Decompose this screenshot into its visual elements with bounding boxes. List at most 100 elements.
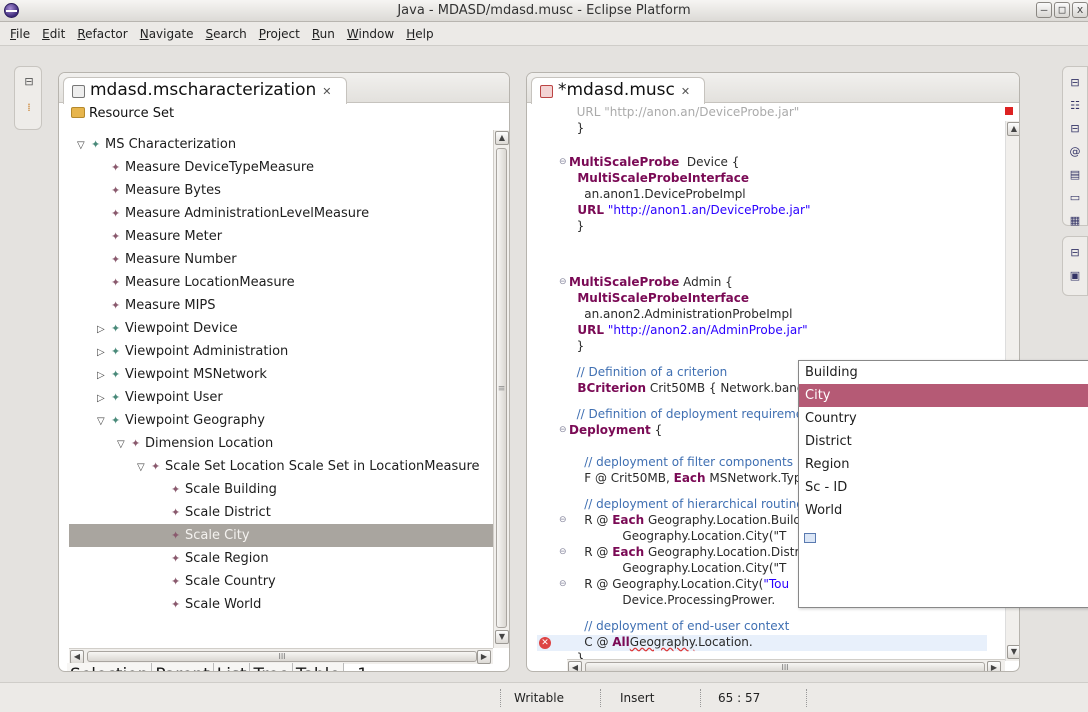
menu-help[interactable]: Help: [400, 27, 439, 41]
tree-item[interactable]: ✦ Measure LocationMeasure: [69, 271, 495, 294]
maximize-button[interactable]: □: [1054, 2, 1070, 18]
tree-item[interactable]: ▷ ✦ Viewpoint Device: [69, 317, 495, 340]
tree-item[interactable]: ▷ ✦ Viewpoint User: [69, 386, 495, 409]
scroll-up-button[interactable]: ▲: [1007, 122, 1019, 136]
scroll-right-button[interactable]: ▶: [477, 650, 491, 664]
menu-navigate[interactable]: Navigate: [134, 27, 200, 41]
menu-edit[interactable]: Edit: [36, 27, 71, 41]
expanded-arrow-icon[interactable]: ▽: [117, 433, 131, 456]
tasks-icon[interactable]: ▣: [1068, 269, 1082, 283]
scroll-down-button[interactable]: ▼: [495, 630, 509, 644]
tree-item[interactable]: ▽ ✦ Viewpoint Geography: [69, 409, 495, 432]
scroll-up-button[interactable]: ▲: [495, 131, 509, 145]
collapsed-arrow-icon[interactable]: ▷: [97, 364, 111, 387]
tree-item[interactable]: ✦ Scale Country: [69, 570, 495, 593]
tree-item[interactable]: ▽ ✦ Scale Set Location Scale Set in Locati…: [69, 455, 495, 478]
completion-item[interactable]: World: [799, 499, 1088, 522]
model-element-icon: ✦: [111, 414, 121, 427]
scroll-thumb[interactable]: III: [585, 662, 985, 671]
menu-run[interactable]: Run: [306, 27, 341, 41]
tree-vertical-scrollbar[interactable]: ▲ ≡ ▼: [493, 130, 509, 648]
restore-icon[interactable]: ⊟: [22, 75, 36, 89]
close-button[interactable]: x: [1072, 2, 1088, 18]
tree-item[interactable]: ✦ Scale World: [69, 593, 495, 616]
page-tab-parent[interactable]: Parent: [152, 663, 214, 671]
menu-refactor[interactable]: Refactor: [71, 27, 133, 41]
scroll-left-button[interactable]: ◀: [70, 650, 84, 664]
declaration-icon[interactable]: ▭: [1068, 191, 1082, 205]
fold-toggle-icon[interactable]: ⊖: [559, 547, 567, 557]
title-bar: Java - MDASD/mdasd.musc - Eclipse Platfo…: [0, 0, 1088, 22]
collapsed-arrow-icon[interactable]: ▷: [97, 341, 111, 364]
menu-search[interactable]: Search: [200, 27, 253, 41]
tree-horizontal-scrollbar[interactable]: ◀ III ▶: [69, 648, 493, 664]
restore-icon[interactable]: ⊟: [1068, 246, 1082, 260]
collapsed-arrow-icon[interactable]: ▷: [97, 318, 111, 341]
expanded-arrow-icon[interactable]: ▽: [77, 134, 91, 157]
expanded-arrow-icon[interactable]: ▽: [137, 456, 151, 479]
fold-toggle-icon[interactable]: ⊖: [559, 515, 567, 525]
close-tab-icon[interactable]: ✕: [681, 85, 690, 98]
fold-toggle-icon[interactable]: ⊖: [559, 157, 567, 167]
tree-item[interactable]: ✦ Scale Region: [69, 547, 495, 570]
model-element-icon: ✦: [111, 276, 121, 289]
tree-item[interactable]: ✦ Scale City: [69, 524, 495, 547]
tree-item[interactable]: ✦ Measure Bytes: [69, 179, 495, 202]
page-tab-selection[interactable]: Selection: [67, 663, 153, 671]
editor-horizontal-scrollbar[interactable]: ◀ III ▶: [567, 659, 1005, 671]
expanded-arrow-icon[interactable]: ▽: [97, 410, 111, 433]
page-tab-table[interactable]: Table: [292, 663, 344, 671]
scroll-left-button[interactable]: ◀: [568, 661, 582, 671]
minimize-button[interactable]: –: [1036, 2, 1052, 18]
scroll-right-button[interactable]: ▶: [987, 661, 1001, 671]
menu-project[interactable]: Project: [253, 27, 306, 41]
close-tab-icon[interactable]: ✕: [322, 85, 331, 98]
completion-item[interactable]: Sc - ID: [799, 476, 1088, 499]
tree-item[interactable]: ✦ Measure Meter: [69, 225, 495, 248]
scroll-down-button[interactable]: ▼: [1007, 645, 1019, 659]
scroll-thumb[interactable]: III: [87, 651, 477, 662]
status-writable: Writable: [514, 691, 564, 705]
tree-item[interactable]: ✦ Scale District: [69, 501, 495, 524]
menu-file[interactable]: File: [4, 27, 36, 41]
hierarchy-icon[interactable]: ⁞: [22, 101, 36, 115]
completion-item[interactable]: Country: [799, 407, 1088, 430]
code-line: MultiScaleProbeInterface: [569, 171, 749, 185]
completion-item[interactable]: Building: [799, 361, 1088, 384]
error-overview-marker[interactable]: [1005, 107, 1013, 115]
javadoc-icon[interactable]: ▤: [1068, 168, 1082, 182]
tree-item[interactable]: ✦ Scale Building: [69, 478, 495, 501]
tree-item[interactable]: ▷ ✦ Viewpoint MSNetwork: [69, 363, 495, 386]
menu-window[interactable]: Window: [341, 27, 400, 41]
completion-item[interactable]: District: [799, 430, 1088, 453]
tree-item[interactable]: ▽ ✦ Dimension Location: [69, 432, 495, 455]
collapsed-arrow-icon[interactable]: ▷: [97, 387, 111, 410]
status-cursor-position: 65 : 57: [718, 691, 761, 705]
fold-toggle-icon[interactable]: ⊖: [559, 579, 567, 589]
tab-mdasd-musc[interactable]: *mdasd.musc ✕: [531, 77, 706, 104]
completion-item[interactable]: Region: [799, 453, 1088, 476]
more-tabs-button[interactable]: »1: [344, 663, 371, 671]
tree-item[interactable]: ▽ ✦ MS Characterization: [69, 133, 495, 156]
completion-item[interactable]: City: [799, 384, 1088, 407]
code-line: Device.ProcessingPrower.: [569, 593, 776, 607]
scroll-thumb[interactable]: ≡: [496, 148, 507, 628]
tree-item[interactable]: ✦ Measure AdministrationLevelMeasure: [69, 202, 495, 225]
model-element-icon: ✦: [111, 391, 121, 404]
console-icon[interactable]: ▦: [1068, 214, 1082, 228]
page-tab-list[interactable]: List: [213, 663, 251, 671]
restore-icon[interactable]: ⊟: [1068, 122, 1082, 136]
error-marker-icon[interactable]: ✕: [539, 637, 551, 649]
at-icon[interactable]: @: [1068, 145, 1082, 159]
outline-icon[interactable]: ☷: [1068, 99, 1082, 113]
fold-toggle-icon[interactable]: ⊖: [559, 277, 567, 287]
tree-item[interactable]: ✦ Measure MIPS: [69, 294, 495, 317]
tree-item[interactable]: ▷ ✦ Viewpoint Administration: [69, 340, 495, 363]
tab-mscharacterization[interactable]: mdasd.mscharacterization ✕: [63, 77, 347, 104]
restore-icon[interactable]: ⊟: [1068, 76, 1082, 90]
page-tab-tree[interactable]: Tree: [250, 663, 293, 671]
fold-toggle-icon[interactable]: ⊖: [559, 425, 567, 435]
model-element-icon: ✦: [131, 437, 141, 450]
tree-item[interactable]: ✦ Measure Number: [69, 248, 495, 271]
tree-item[interactable]: ✦ Measure DeviceTypeMeasure: [69, 156, 495, 179]
